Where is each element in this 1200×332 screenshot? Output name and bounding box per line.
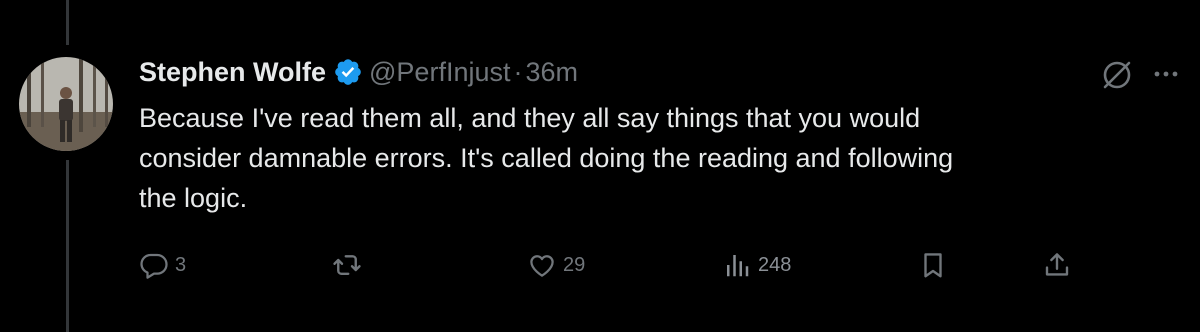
reply-icon [140,253,168,279]
reply-button[interactable]: 3 [139,250,186,280]
share-icon [1045,253,1069,276]
timestamp[interactable]: 36m [525,57,578,88]
avatar[interactable] [19,57,113,151]
separator-dot: · [513,56,523,87]
share-button[interactable] [1042,250,1072,280]
views-icon [727,255,749,277]
views-button[interactable]: 248 [722,250,791,280]
thread-line-top [66,0,69,45]
tweet-text-line: consider damnable errors. It's called do… [139,143,954,173]
action-bar: 3 29 248 [139,250,1179,284]
views-count: 248 [758,253,792,276]
author-name[interactable]: Stephen Wolfe [139,57,326,88]
repost-button[interactable] [332,250,362,280]
like-button[interactable]: 29 [527,250,585,280]
tweet-header: Stephen Wolfe @PerfInjust · 36m [139,52,1179,92]
avatar-photo [19,57,113,151]
bookmark-icon [924,253,942,278]
author-handle[interactable]: @PerfInjust [369,57,510,88]
like-count: 29 [563,253,586,276]
thread-line-bottom [66,160,69,332]
more-icon[interactable] [1151,64,1181,84]
tweet-text-line: Because I've read them all, and they all… [139,103,921,133]
verified-badge-icon[interactable] [333,57,363,87]
bookmark-button[interactable] [918,250,948,280]
tweet-body[interactable]: Stephen Wolfe @PerfInjust · 36m Because … [139,52,1179,218]
reply-count: 3 [175,253,187,276]
repost-icon [333,255,361,275]
like-icon [530,255,554,277]
grok-icon[interactable] [1100,58,1134,92]
tweet-text-line: the logic. [139,183,248,213]
tweet-text: Because I've read them all, and they all… [139,98,1139,218]
